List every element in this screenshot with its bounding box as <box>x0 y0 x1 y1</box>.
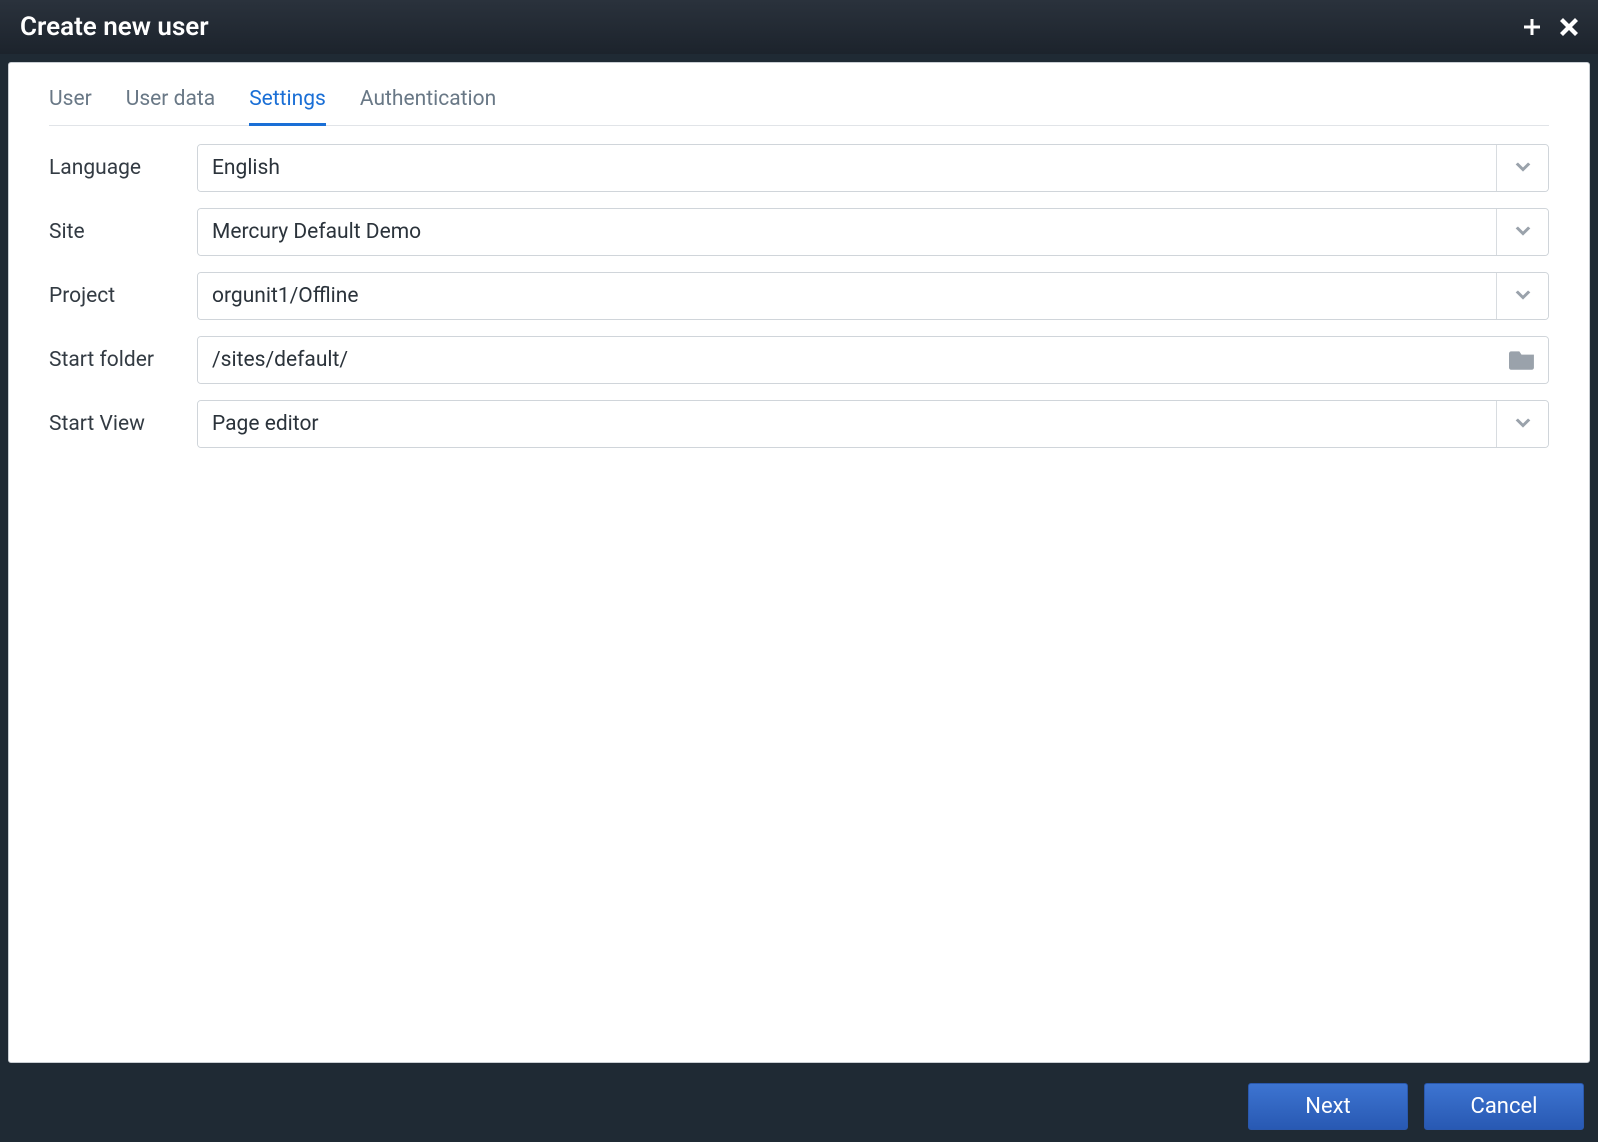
chevron-down-icon <box>1512 221 1534 243</box>
site-dropdown-trigger[interactable] <box>1496 209 1548 255</box>
close-icon <box>1560 18 1578 36</box>
tab-authentication[interactable]: Authentication <box>360 81 496 126</box>
row-start-folder: Start folder /sites/default/ <box>49 336 1549 384</box>
language-value[interactable]: English <box>198 145 1496 191</box>
start-view-value[interactable]: Page editor <box>198 401 1496 447</box>
add-button[interactable] <box>1522 17 1542 37</box>
dialog-body-outer: User User data Settings Authentication L… <box>0 54 1598 1071</box>
label-language: Language <box>49 156 197 180</box>
row-start-view: Start View Page editor <box>49 400 1549 448</box>
start-folder-input[interactable]: /sites/default/ <box>197 336 1549 384</box>
language-dropdown-trigger[interactable] <box>1496 145 1548 191</box>
project-dropdown-trigger[interactable] <box>1496 273 1548 319</box>
label-site: Site <box>49 220 197 244</box>
chevron-down-icon <box>1512 413 1534 435</box>
folder-icon <box>1509 349 1535 371</box>
label-start-folder: Start folder <box>49 348 197 372</box>
dialog-footer: Next Cancel <box>0 1071 1598 1142</box>
dialog-title: Create new user <box>20 12 209 42</box>
cancel-button[interactable]: Cancel <box>1424 1083 1584 1130</box>
start-folder-value[interactable]: /sites/default/ <box>198 337 1496 383</box>
dialog-panel: User User data Settings Authentication L… <box>8 62 1590 1063</box>
row-site: Site Mercury Default Demo <box>49 208 1549 256</box>
chevron-down-icon <box>1512 157 1534 179</box>
row-project: Project orgunit1/Offline <box>49 272 1549 320</box>
dialog-titlebar: Create new user <box>0 0 1598 54</box>
close-button[interactable] <box>1560 18 1578 36</box>
tab-user-data[interactable]: User data <box>126 81 215 126</box>
project-select[interactable]: orgunit1/Offline <box>197 272 1549 320</box>
titlebar-actions <box>1522 17 1578 37</box>
label-start-view: Start View <box>49 412 197 436</box>
site-value[interactable]: Mercury Default Demo <box>198 209 1496 255</box>
plus-icon <box>1522 17 1542 37</box>
language-select[interactable]: English <box>197 144 1549 192</box>
label-project: Project <box>49 284 197 308</box>
start-view-dropdown-trigger[interactable] <box>1496 401 1548 447</box>
tab-bar: User User data Settings Authentication <box>49 81 1549 126</box>
start-view-select[interactable]: Page editor <box>197 400 1549 448</box>
next-button[interactable]: Next <box>1248 1083 1408 1130</box>
project-value[interactable]: orgunit1/Offline <box>198 273 1496 319</box>
chevron-down-icon <box>1512 285 1534 307</box>
settings-form: Language English Site Mercury Default De… <box>49 144 1549 448</box>
row-language: Language English <box>49 144 1549 192</box>
site-select[interactable]: Mercury Default Demo <box>197 208 1549 256</box>
tab-user[interactable]: User <box>49 81 92 126</box>
start-folder-browse-trigger[interactable] <box>1496 337 1548 383</box>
tab-settings[interactable]: Settings <box>249 81 326 126</box>
